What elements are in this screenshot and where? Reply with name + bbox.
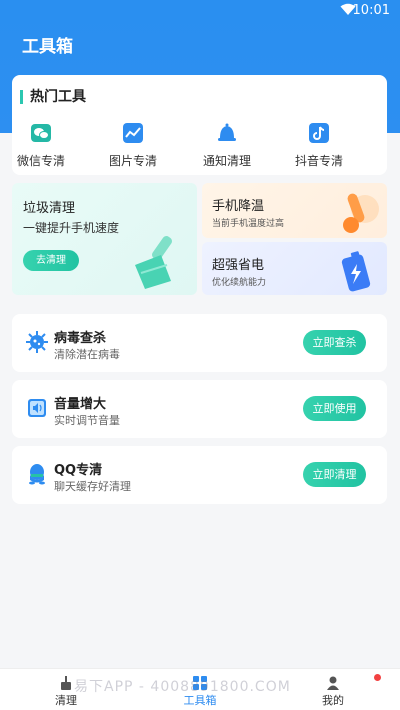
use-now-button[interactable]: 立即使用 xyxy=(303,396,366,421)
power-saving-card[interactable]: 超强省电 优化续航能力 xyxy=(202,242,387,295)
volume-icon xyxy=(26,397,48,419)
tool-notification-clean[interactable]: 通知清理 xyxy=(192,122,262,169)
go-clean-button[interactable]: 去清理 xyxy=(23,250,79,271)
virus-icon xyxy=(26,331,48,353)
hot-tools-card: 热门工具 微信专清 图片专清 通知清理 抖音专清 xyxy=(12,75,387,175)
scan-now-button[interactable]: 立即查杀 xyxy=(303,330,366,355)
wechat-icon xyxy=(30,122,52,144)
junk-clean-title: 垃圾清理 xyxy=(23,201,76,216)
nav-item-mine[interactable]: 我的 xyxy=(303,675,363,708)
thermometer-icon xyxy=(335,187,379,235)
row-title: QQ专清 xyxy=(54,463,103,478)
row-subtitle: 聊天缓存好清理 xyxy=(54,480,131,493)
watermark: 易下APP - 4008891800.COM xyxy=(74,679,291,695)
tiktok-icon xyxy=(308,122,330,144)
tool-tiktok-clean[interactable]: 抖音专清 xyxy=(284,122,354,169)
phone-cooling-subtitle: 当前手机温度过高 xyxy=(212,219,285,229)
row-subtitle: 实时调节音量 xyxy=(54,414,120,427)
notification-dot xyxy=(374,674,381,681)
power-saving-title: 超强省电 xyxy=(212,258,265,273)
row-title: 音量增大 xyxy=(54,397,107,412)
tool-label: 通知清理 xyxy=(202,154,251,168)
page-title: 工具箱 xyxy=(22,37,73,57)
row-subtitle: 清除潜在病毒 xyxy=(54,348,120,361)
clean-now-button[interactable]: 立即清理 xyxy=(303,462,366,487)
row-title: 病毒查杀 xyxy=(54,331,107,346)
tool-wechat-clean[interactable]: 微信专清 xyxy=(6,122,76,169)
virus-scan-row[interactable]: 病毒查杀 清除潜在病毒 立即查杀 xyxy=(12,314,387,372)
phone-cooling-title: 手机降温 xyxy=(212,199,265,214)
volume-boost-row[interactable]: 音量增大 实时调节音量 立即使用 xyxy=(12,380,387,438)
broom-icon xyxy=(59,675,73,690)
battery-icon xyxy=(335,246,379,294)
status-bar: 10:01 xyxy=(0,0,400,22)
bell-icon xyxy=(216,122,238,144)
tool-image-clean[interactable]: 图片专清 xyxy=(98,122,168,169)
phone-cooling-card[interactable]: 手机降温 当前手机温度过高 xyxy=(202,183,387,238)
tool-label: 图片专清 xyxy=(108,154,157,168)
image-icon xyxy=(122,122,144,144)
power-saving-subtitle: 优化续航能力 xyxy=(212,278,267,288)
qq-clean-row[interactable]: QQ专清 聊天缓存好清理 立即清理 xyxy=(12,446,387,504)
brush-illustration-icon xyxy=(127,235,187,291)
status-time: 10:01 xyxy=(352,3,390,18)
junk-clean-subtitle: 一键提升手机速度 xyxy=(23,221,120,235)
tool-label: 抖音专清 xyxy=(294,154,343,168)
tool-label: 微信专清 xyxy=(16,154,65,168)
junk-clean-card[interactable]: 垃圾清理 一键提升手机速度 去清理 xyxy=(12,183,197,295)
nav-label: 我的 xyxy=(322,694,344,707)
qq-icon xyxy=(26,463,48,485)
hot-tools-title: 热门工具 xyxy=(20,90,86,104)
user-icon xyxy=(326,675,340,690)
